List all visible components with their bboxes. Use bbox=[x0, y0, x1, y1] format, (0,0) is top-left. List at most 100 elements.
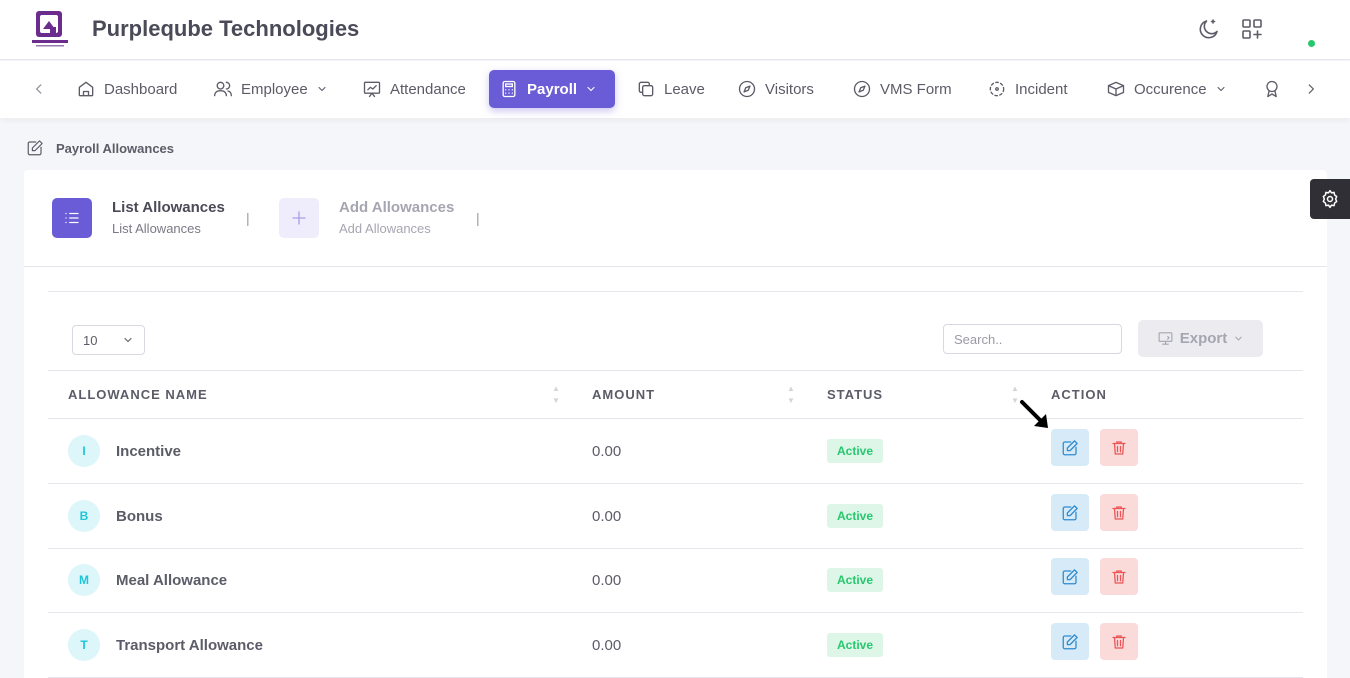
edit-button[interactable] bbox=[1051, 558, 1089, 595]
table-row: B Bonus 0.00 Active bbox=[48, 484, 1303, 549]
customizer-toggle[interactable] bbox=[1310, 179, 1350, 219]
nav-label: Employee bbox=[241, 80, 308, 98]
header-amount[interactable]: AMOUNT bbox=[592, 387, 655, 402]
delete-button[interactable] bbox=[1100, 494, 1138, 531]
award-icon bbox=[1266, 80, 1278, 98]
allowance-name: Incentive bbox=[116, 443, 182, 460]
nav-item-visitors[interactable]: Visitors bbox=[727, 70, 824, 108]
chevron-down-icon bbox=[124, 337, 132, 343]
chevron-left-icon bbox=[35, 84, 42, 94]
nav-item-attendance[interactable]: Attendance bbox=[352, 70, 476, 108]
avatar: I bbox=[68, 435, 100, 467]
edit-icon bbox=[1062, 633, 1078, 649]
calculator-icon bbox=[502, 80, 516, 98]
list-allowances-title[interactable]: List Allowances bbox=[112, 199, 225, 216]
nav-item-occurence[interactable]: Occurence bbox=[1096, 70, 1237, 108]
avatar: T bbox=[68, 629, 100, 661]
avatar: M bbox=[68, 564, 100, 596]
sort-icon[interactable]: ▲ ▼ bbox=[787, 383, 795, 407]
list-allowances-step[interactable] bbox=[52, 198, 92, 238]
edit-icon bbox=[27, 140, 43, 156]
header-status[interactable]: STATUS bbox=[827, 387, 883, 402]
dark-mode-toggle[interactable] bbox=[1196, 16, 1222, 42]
nav-item-awards[interactable] bbox=[1252, 70, 1292, 108]
allowance-amount: 0.00 bbox=[592, 572, 622, 589]
nav-item-vms-form[interactable]: VMS Form bbox=[842, 70, 962, 108]
trash-icon bbox=[1112, 634, 1126, 649]
header-action: ACTION bbox=[1051, 387, 1107, 402]
nav-label: Occurence bbox=[1134, 80, 1207, 98]
top-bar: Purpleqube Technologies bbox=[0, 0, 1350, 60]
edit-icon bbox=[1062, 568, 1078, 584]
nav-scroll-left[interactable] bbox=[29, 79, 49, 99]
list-allowances-subtitle: List Allowances bbox=[112, 221, 201, 236]
nav-item-employee[interactable]: Employee bbox=[203, 70, 338, 108]
apps-grid-icon bbox=[1242, 19, 1262, 39]
apps-button[interactable] bbox=[1239, 16, 1265, 42]
status-badge: Active bbox=[827, 504, 884, 528]
chevron-down-icon bbox=[1216, 86, 1225, 92]
table-row: I Incentive 0.00 Active bbox=[48, 419, 1303, 484]
nav-item-leave[interactable]: Leave bbox=[626, 70, 715, 108]
page-length-select[interactable]: 10 bbox=[72, 325, 145, 355]
edit-button[interactable] bbox=[1051, 429, 1089, 466]
status-badge: Active bbox=[827, 439, 884, 463]
nav-label: Payroll bbox=[527, 80, 578, 98]
search-input[interactable] bbox=[943, 324, 1122, 354]
presentation-icon bbox=[363, 81, 381, 98]
header-allowance-name[interactable]: ALLOWANCE NAME bbox=[68, 387, 208, 402]
table-row: T Transport Allowance 0.00 Active bbox=[48, 613, 1303, 678]
allowances-stepper: List Allowances List Allowances | Add Al… bbox=[24, 170, 1327, 267]
allowance-amount: 0.00 bbox=[592, 508, 622, 525]
breadcrumb-title: Payroll Allowances bbox=[56, 140, 175, 156]
compass-icon bbox=[853, 80, 871, 98]
export-label: Export bbox=[1179, 330, 1228, 347]
company-logo[interactable] bbox=[30, 9, 70, 49]
allowances-card: List Allowances List Allowances | Add Al… bbox=[24, 170, 1327, 678]
add-allowances-step[interactable] bbox=[279, 198, 319, 238]
chevron-down-icon bbox=[587, 86, 595, 92]
status-badge: Active bbox=[827, 633, 884, 657]
allowance-name: Meal Allowance bbox=[116, 572, 228, 589]
step-separator: | bbox=[476, 210, 480, 226]
allowance-name: Transport Allowance bbox=[116, 637, 263, 654]
table-header: ALLOWANCE NAME ▲ ▼ AMOUNT ▲ ▼ STATUS ▲ ▼ AC… bbox=[48, 370, 1303, 419]
copy-icon bbox=[638, 81, 654, 97]
chevron-right-icon bbox=[1308, 84, 1315, 94]
trash-icon bbox=[1112, 569, 1126, 584]
nav-label: Incident bbox=[1015, 80, 1068, 98]
sort-icon[interactable]: ▲ ▼ bbox=[552, 383, 560, 407]
step-separator: | bbox=[246, 210, 250, 226]
export-button[interactable]: Export bbox=[1138, 320, 1263, 357]
allowance-name: Bonus bbox=[116, 508, 163, 525]
nav-label: Visitors bbox=[765, 80, 814, 98]
nav-item-incident[interactable]: Incident bbox=[977, 70, 1078, 108]
edit-button[interactable] bbox=[1051, 623, 1089, 660]
delete-button[interactable] bbox=[1100, 558, 1138, 595]
status-badge: Active bbox=[827, 568, 884, 592]
online-status-dot bbox=[1308, 40, 1315, 47]
table-row: M Meal Allowance 0.00 Active bbox=[48, 548, 1303, 613]
nav-label: VMS Form bbox=[880, 80, 952, 98]
gear-icon bbox=[1322, 189, 1338, 209]
chevron-down-icon bbox=[318, 86, 326, 92]
users-icon bbox=[214, 81, 232, 97]
edit-icon bbox=[1062, 439, 1078, 455]
nav-item-payroll[interactable]: Payroll bbox=[489, 70, 615, 108]
nav-scroll-right[interactable] bbox=[1301, 79, 1321, 99]
delete-button[interactable] bbox=[1100, 429, 1138, 466]
main-navigation: Dashboard Employee Attendance Payroll Le… bbox=[0, 61, 1350, 118]
nav-label: Attendance bbox=[390, 80, 466, 98]
focus-icon bbox=[989, 81, 1005, 97]
allowances-table-container: 10 Export ALLOWANCE NAME ▲▼ AMOUNT ▲▼ ST… bbox=[48, 291, 1303, 678]
chevron-down-icon bbox=[1235, 336, 1243, 341]
nav-item-dashboard[interactable]: Dashboard bbox=[66, 70, 187, 108]
add-allowances-title[interactable]: Add Allowances bbox=[339, 199, 454, 216]
trash-icon bbox=[1112, 440, 1126, 455]
company-name: Purpleqube Technologies bbox=[92, 16, 360, 41]
delete-button[interactable] bbox=[1100, 623, 1138, 660]
breadcrumb: Payroll Allowances bbox=[26, 139, 174, 157]
edit-button[interactable] bbox=[1051, 494, 1089, 531]
compass-icon bbox=[738, 80, 756, 98]
allowance-amount: 0.00 bbox=[592, 637, 622, 654]
